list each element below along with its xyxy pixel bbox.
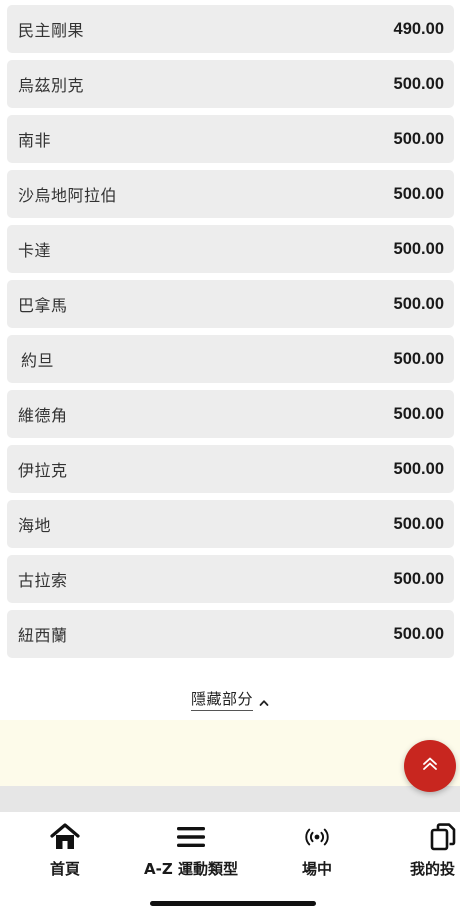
- nav-item-a-z-sports[interactable]: A-Z 運動類型: [132, 822, 250, 882]
- odds-value: 500.00: [393, 239, 444, 258]
- country-name: 民主剛果: [18, 21, 85, 40]
- list-item[interactable]: 巴拿馬 500.00: [7, 280, 454, 328]
- nav-label-a-z-sports: A-Z 運動類型: [144, 860, 238, 878]
- hide-section-toggle[interactable]: 隱藏部分: [0, 686, 460, 712]
- country-name: 古拉索: [18, 571, 68, 590]
- odds-value: 500.00: [393, 74, 444, 93]
- list-item[interactable]: 沙烏地阿拉伯 500.00: [7, 170, 454, 218]
- list-item[interactable]: 海地 500.00: [7, 500, 454, 548]
- country-name: 沙烏地阿拉伯: [18, 186, 118, 205]
- odds-value: 500.00: [393, 459, 444, 478]
- country-name: 紐西蘭: [18, 626, 68, 645]
- chevron-up-icon: [259, 694, 269, 706]
- list-item[interactable]: 伊拉克 500.00: [7, 445, 454, 493]
- list-item[interactable]: 南非 500.00: [7, 115, 454, 163]
- country-name: 卡達: [18, 241, 52, 260]
- list-item[interactable]: 古拉索 500.00: [7, 555, 454, 603]
- odds-value: 500.00: [393, 349, 444, 368]
- list-item[interactable]: 卡達 500.00: [7, 225, 454, 273]
- odds-value: 500.00: [393, 184, 444, 203]
- scroll-to-top-button[interactable]: [404, 740, 456, 792]
- list-item[interactable]: 紐西蘭 500.00: [7, 610, 454, 658]
- odds-value: 490.00: [393, 19, 444, 38]
- country-name: 南非: [18, 131, 52, 150]
- odds-value: 500.00: [393, 129, 444, 148]
- nav-label-my-bets: 我的投: [410, 860, 456, 878]
- menu-icon: [176, 822, 206, 852]
- nav-item-live[interactable]: 場中: [287, 822, 347, 882]
- odds-value: 500.00: [393, 569, 444, 588]
- bottom-nav: 首頁 A-Z 運動類型 場中 我的投: [0, 812, 460, 907]
- list-item[interactable]: 民主剛果 490.00: [7, 5, 454, 53]
- country-name: 巴拿馬: [18, 296, 68, 315]
- list-item[interactable]: 烏茲別克 500.00: [7, 60, 454, 108]
- nav-item-home[interactable]: 首頁: [35, 822, 95, 882]
- banner-area: [0, 720, 460, 786]
- list-item[interactable]: 維德角 500.00: [7, 390, 454, 438]
- double-chevron-up-icon: [420, 754, 440, 778]
- copy-icon: [404, 822, 460, 852]
- odds-value: 500.00: [393, 624, 444, 643]
- home-indicator: [150, 901, 316, 906]
- nav-label-home: 首頁: [49, 860, 80, 878]
- country-name: 維德角: [18, 406, 68, 425]
- hide-section-label: 隱藏部分: [190, 688, 253, 711]
- country-name: 伊拉克: [18, 461, 68, 480]
- country-name: 海地: [18, 516, 52, 535]
- country-name: 約旦: [21, 351, 55, 370]
- odds-value: 500.00: [393, 404, 444, 423]
- odds-value: 500.00: [393, 294, 444, 313]
- list-item[interactable]: 約旦 500.00: [7, 335, 454, 383]
- home-icon: [50, 822, 80, 852]
- country-name: 烏茲別克: [18, 76, 85, 95]
- odds-value: 500.00: [393, 514, 444, 533]
- nav-label-live: 場中: [301, 860, 332, 878]
- nav-item-my-bets[interactable]: 我的投: [404, 822, 460, 882]
- divider-bar: [0, 786, 460, 812]
- live-broadcast-icon: [304, 822, 330, 852]
